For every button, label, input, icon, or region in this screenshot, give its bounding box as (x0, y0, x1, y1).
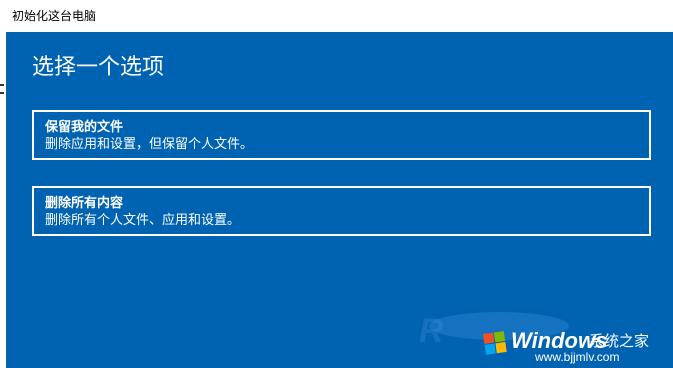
window-title-bar: 初始化这台电脑 (0, 0, 673, 32)
page-title: 选择一个选项 (32, 55, 165, 80)
edge-mark (0, 84, 4, 86)
reset-dialog-panel: 选择一个选项 保留我的文件 删除应用和设置，但保留个人文件。 删除所有内容 删除… (6, 32, 673, 368)
option-title: 保留我的文件 (45, 120, 124, 135)
window-title: 初始化这台电脑 (12, 9, 97, 23)
remove-everything-option[interactable]: 删除所有内容 删除所有个人文件、应用和设置。 (32, 186, 651, 236)
watermark: R Windows 系统之家 www.bjjmlv.com (419, 302, 673, 368)
option-description: 删除所有个人文件、应用和设置。 (45, 213, 241, 228)
keep-my-files-option[interactable]: 保留我的文件 删除应用和设置，但保留个人文件。 (32, 110, 651, 160)
option-description: 删除应用和设置，但保留个人文件。 (45, 137, 254, 152)
watermark-brand-cn: 系统之家 (589, 332, 650, 350)
watermark-url: www.bjjmlv.com (535, 350, 620, 364)
option-title: 删除所有内容 (45, 196, 124, 211)
edge-mark (0, 92, 4, 94)
